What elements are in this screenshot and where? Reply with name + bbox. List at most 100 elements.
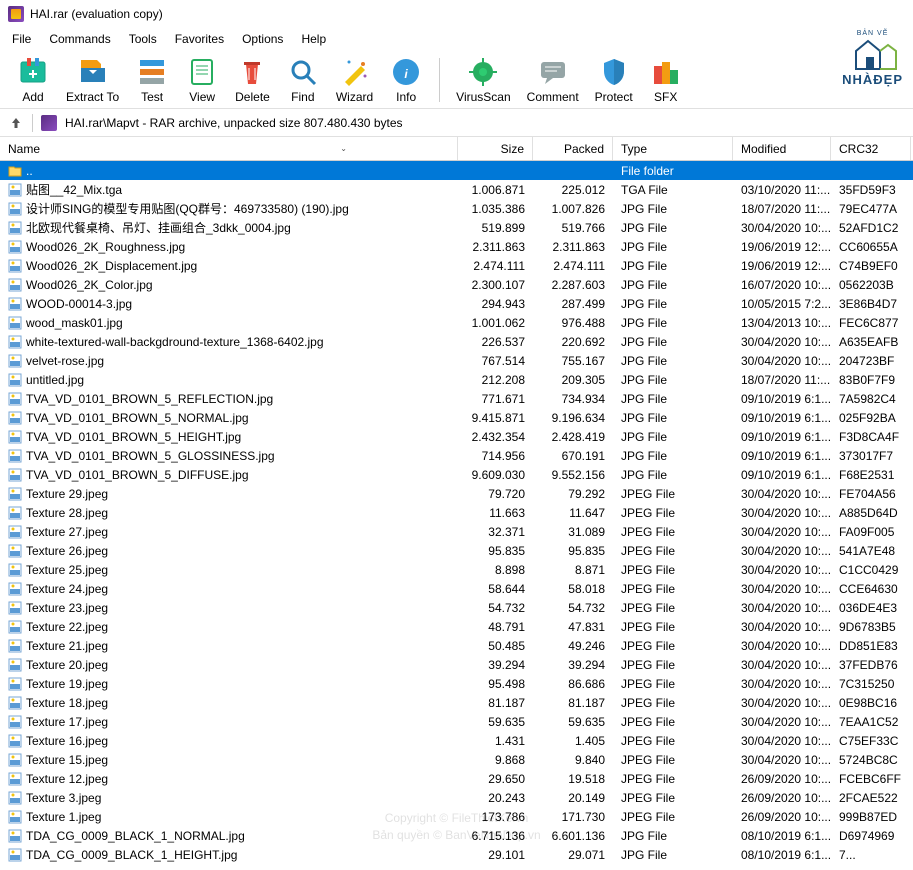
file-crc: 35FD59F3 <box>831 183 911 197</box>
file-row[interactable]: TDA_CG_0009_BLACK_1_HEIGHT.jpg29.10129.0… <box>0 845 913 864</box>
col-packed[interactable]: Packed <box>533 137 613 160</box>
virusscan-button[interactable]: VirusScan <box>448 54 518 106</box>
sfx-button[interactable]: SFX <box>641 54 691 106</box>
image-file-icon <box>8 411 22 425</box>
file-type: TGA File <box>613 183 733 197</box>
file-modified: 30/04/2020 10:... <box>733 506 831 520</box>
add-button[interactable]: Add <box>8 54 58 106</box>
file-row[interactable]: Texture 12.jpeg29.65019.518JPEG File26/0… <box>0 769 913 788</box>
file-row[interactable]: Texture 15.jpeg9.8689.840JPEG File30/04/… <box>0 750 913 769</box>
file-row[interactable]: Texture 19.jpeg95.49886.686JPEG File30/0… <box>0 674 913 693</box>
comment-button[interactable]: Comment <box>519 54 587 106</box>
file-row[interactable]: WOOD-00014-3.jpg294.943287.499JPG File10… <box>0 294 913 313</box>
file-row[interactable]: Texture 24.jpeg58.64458.018JPEG File30/0… <box>0 579 913 598</box>
parent-folder-row[interactable]: ..File folder <box>0 161 913 180</box>
file-row[interactable]: white-textured-wall-backgdround-texture_… <box>0 332 913 351</box>
file-row[interactable]: Texture 16.jpeg1.4311.405JPEG File30/04/… <box>0 731 913 750</box>
file-row[interactable]: 贴图__42_Mix.tga1.006.871225.012TGA File03… <box>0 180 913 199</box>
file-packed: 86.686 <box>533 677 613 691</box>
file-row[interactable]: Texture 29.jpeg79.72079.292JPEG File30/0… <box>0 484 913 503</box>
menu-commands[interactable]: Commands <box>41 30 118 48</box>
file-row[interactable]: Texture 25.jpeg8.8988.871JPEG File30/04/… <box>0 560 913 579</box>
image-file-icon <box>8 734 22 748</box>
brand-logo: BẢN VẼ NHÀĐẸP <box>842 30 903 87</box>
file-type: JPEG File <box>613 506 733 520</box>
file-crc: 541A7E48 <box>831 544 911 558</box>
delete-button[interactable]: Delete <box>227 54 278 106</box>
menu-options[interactable]: Options <box>234 30 291 48</box>
file-size: 58.644 <box>458 582 533 596</box>
file-row[interactable]: Texture 21.jpeg50.48549.246JPEG File30/0… <box>0 636 913 655</box>
find-icon <box>287 56 319 88</box>
file-row[interactable]: Wood026_2K_Color.jpg2.300.1072.287.603JP… <box>0 275 913 294</box>
col-type[interactable]: Type <box>613 137 733 160</box>
file-list[interactable]: ..File folder贴图__42_Mix.tga1.006.871225.… <box>0 161 913 864</box>
file-name: Texture 18.jpeg <box>26 696 108 710</box>
file-packed: 2.311.863 <box>533 240 613 254</box>
file-type: JPG File <box>613 430 733 444</box>
file-row[interactable]: 北欧现代餐桌椅、吊灯、挂画组合_3dkk_0004.jpg519.899519.… <box>0 218 913 237</box>
file-row[interactable]: Texture 3.jpeg20.24320.149JPEG File26/09… <box>0 788 913 807</box>
file-crc: A885D64D <box>831 506 911 520</box>
menu-file[interactable]: File <box>4 30 39 48</box>
file-name: Texture 23.jpeg <box>26 601 108 615</box>
file-row[interactable]: Texture 27.jpeg32.37131.089JPEG File30/0… <box>0 522 913 541</box>
file-row[interactable]: wood_mask01.jpg1.001.062976.488JPG File1… <box>0 313 913 332</box>
image-file-icon <box>8 525 22 539</box>
file-packed: 9.552.156 <box>533 468 613 482</box>
extract-to-button[interactable]: Extract To <box>58 54 127 106</box>
file-row[interactable]: TVA_VD_0101_BROWN_5_NORMAL.jpg9.415.8719… <box>0 408 913 427</box>
file-type: File folder <box>613 164 733 178</box>
file-row[interactable]: 设计师SING的模型专用贴图(QQ群号：469733580) (190).jpg… <box>0 199 913 218</box>
file-name: Texture 27.jpeg <box>26 525 108 539</box>
toolbtn-label: Delete <box>235 90 270 104</box>
file-row[interactable]: untitled.jpg212.208209.305JPG File18/07/… <box>0 370 913 389</box>
image-file-icon <box>8 582 22 596</box>
file-modified: 30/04/2020 10:... <box>733 753 831 767</box>
test-button[interactable]: Test <box>127 54 177 106</box>
up-button[interactable] <box>8 115 24 131</box>
col-size[interactable]: Size <box>458 137 533 160</box>
file-row[interactable]: Wood026_2K_Roughness.jpg2.311.8632.311.8… <box>0 237 913 256</box>
image-file-icon <box>8 677 22 691</box>
image-file-icon <box>8 297 22 311</box>
file-row[interactable]: Texture 22.jpeg48.79147.831JPEG File30/0… <box>0 617 913 636</box>
file-row[interactable]: TDA_CG_0009_BLACK_1_NORMAL.jpg6.715.1366… <box>0 826 913 845</box>
file-row[interactable]: Texture 26.jpeg95.83595.835JPEG File30/0… <box>0 541 913 560</box>
file-row[interactable]: Wood026_2K_Displacement.jpg2.474.1112.47… <box>0 256 913 275</box>
file-row[interactable]: TVA_VD_0101_BROWN_5_REFLECTION.jpg771.67… <box>0 389 913 408</box>
file-name: Texture 3.jpeg <box>26 791 101 805</box>
view-button[interactable]: View <box>177 54 227 106</box>
file-row[interactable]: Texture 23.jpeg54.73254.732JPEG File30/0… <box>0 598 913 617</box>
file-crc: C75EF33C <box>831 734 911 748</box>
file-row[interactable]: TVA_VD_0101_BROWN_5_HEIGHT.jpg2.432.3542… <box>0 427 913 446</box>
col-modified[interactable]: Modified <box>733 137 831 160</box>
file-row[interactable]: TVA_VD_0101_BROWN_5_DIFFUSE.jpg9.609.030… <box>0 465 913 484</box>
file-row[interactable]: Texture 1.jpeg173.786171.730JPEG File26/… <box>0 807 913 826</box>
file-type: JPG File <box>613 202 733 216</box>
toolbtn-label: Comment <box>527 90 579 104</box>
file-size: 95.498 <box>458 677 533 691</box>
file-modified: 30/04/2020 10:... <box>733 487 831 501</box>
file-row[interactable]: Texture 18.jpeg81.18781.187JPEG File30/0… <box>0 693 913 712</box>
file-packed: 976.488 <box>533 316 613 330</box>
file-row[interactable]: Texture 17.jpeg59.63559.635JPEG File30/0… <box>0 712 913 731</box>
col-crc[interactable]: CRC32 <box>831 137 911 160</box>
find-button[interactable]: Find <box>278 54 328 106</box>
info-button[interactable]: iInfo <box>381 54 431 106</box>
file-name: Texture 29.jpeg <box>26 487 108 501</box>
menu-favorites[interactable]: Favorites <box>167 30 232 48</box>
file-row[interactable]: TVA_VD_0101_BROWN_5_GLOSSINESS.jpg714.95… <box>0 446 913 465</box>
menu-tools[interactable]: Tools <box>121 30 165 48</box>
file-row[interactable]: Texture 20.jpeg39.29439.294JPEG File30/0… <box>0 655 913 674</box>
protect-button[interactable]: Protect <box>587 54 641 106</box>
file-row[interactable]: Texture 28.jpeg11.66311.647JPEG File30/0… <box>0 503 913 522</box>
file-name: white-textured-wall-backgdround-texture_… <box>26 335 324 349</box>
menu-help[interactable]: Help <box>293 30 334 48</box>
toolbtn-label: View <box>189 90 215 104</box>
address-path[interactable]: HAI.rar\Mapvt - RAR archive, unpacked si… <box>65 116 905 130</box>
file-row[interactable]: velvet-rose.jpg767.514755.167JPG File30/… <box>0 351 913 370</box>
col-name[interactable]: Name⌄ <box>0 137 458 160</box>
file-size: 212.208 <box>458 373 533 387</box>
wizard-button[interactable]: Wizard <box>328 54 381 106</box>
